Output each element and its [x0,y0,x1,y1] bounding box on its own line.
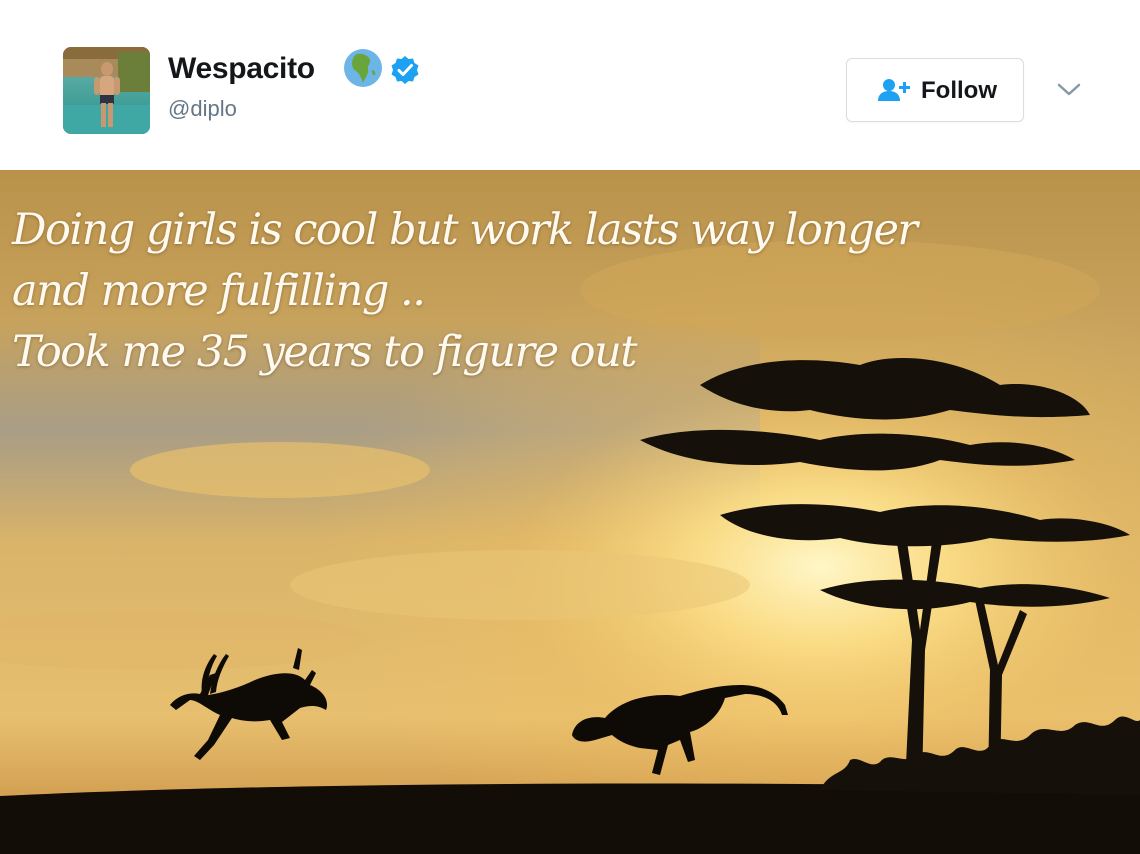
avatar[interactable] [63,47,150,134]
image-caption-text: Doing girls is cool but work lasts way l… [12,200,1112,383]
globe-africa-icon [343,48,383,88]
caption-line-3: Took me 35 years to figure out [12,327,638,377]
follow-button[interactable]: Follow [846,58,1024,122]
add-user-icon [877,77,911,103]
verified-badge-icon [390,55,420,85]
chevron-down-icon[interactable] [1055,78,1083,100]
tweet-header: Wespacito @diplo Follow [0,0,1140,170]
user-handle[interactable]: @diplo [168,96,237,122]
tweet-media-image[interactable]: Doing girls is cool but work lasts way l… [0,170,1140,854]
caption-line-1: Doing girls is cool but work lasts way l… [12,205,918,255]
caption-line-2: and more fulfilling .. [12,266,426,316]
follow-button-label: Follow [921,77,997,104]
display-name[interactable]: Wespacito [168,52,315,86]
